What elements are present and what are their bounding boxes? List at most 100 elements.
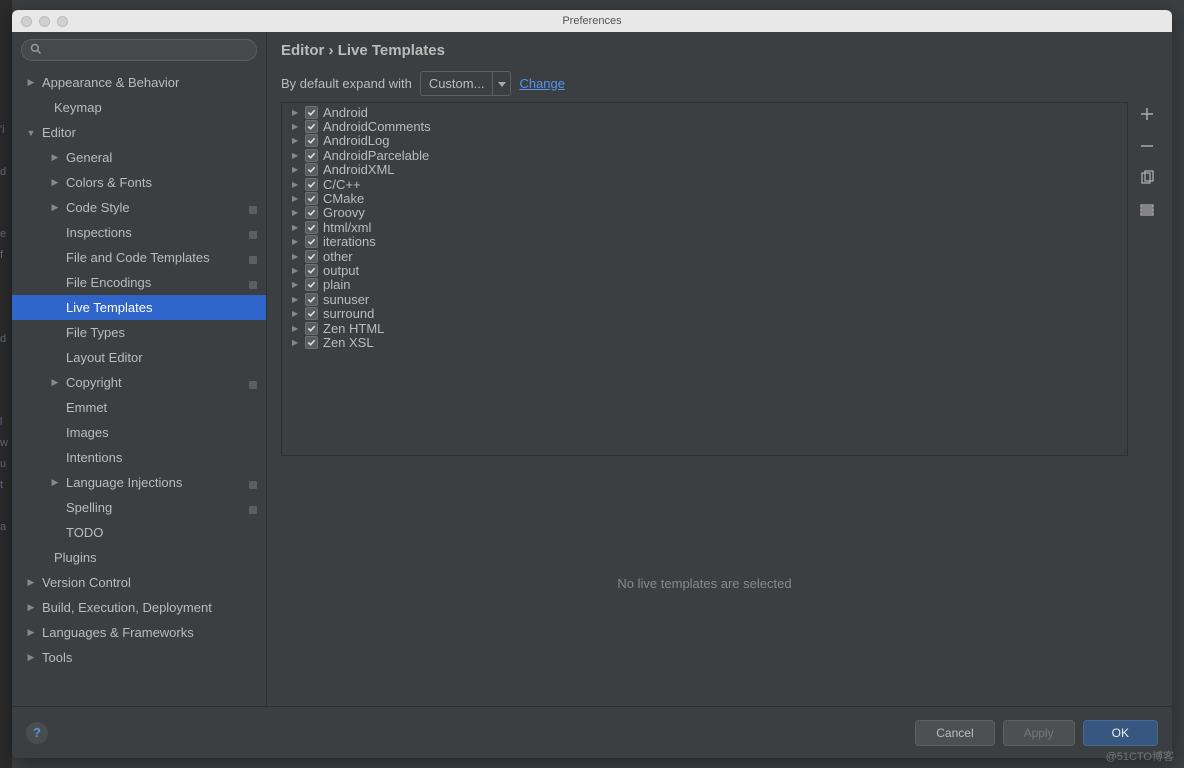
help-button[interactable]: ? bbox=[26, 722, 48, 744]
sidebar-item-version-control[interactable]: ▶ Version Control bbox=[12, 570, 266, 595]
remove-icon[interactable] bbox=[1139, 138, 1155, 154]
zoom-icon[interactable] bbox=[57, 16, 68, 27]
template-group-row[interactable]: ▶AndroidXML bbox=[282, 163, 1127, 177]
copy-icon[interactable] bbox=[1139, 170, 1155, 186]
template-group-row[interactable]: ▶AndroidParcelable bbox=[282, 148, 1127, 162]
checkbox[interactable] bbox=[305, 206, 318, 219]
checkbox[interactable] bbox=[305, 336, 318, 349]
apply-button[interactable]: Apply bbox=[1003, 720, 1075, 746]
template-list[interactable]: ▶Android▶AndroidComments▶AndroidLog▶Andr… bbox=[281, 102, 1128, 456]
scope-badge-icon bbox=[248, 253, 258, 263]
checkbox[interactable] bbox=[305, 178, 318, 191]
template-group-label: other bbox=[323, 249, 353, 264]
breadcrumb-section: Editor bbox=[281, 42, 324, 59]
sidebar-item-emmet[interactable]: Emmet bbox=[12, 395, 266, 420]
checkbox[interactable] bbox=[305, 221, 318, 234]
sidebar-item-label: Editor bbox=[42, 125, 76, 140]
sidebar: ▶Appearance & BehaviorKeymap▼Editor▶Gene… bbox=[12, 32, 267, 706]
sidebar-item-label: Language Injections bbox=[66, 475, 182, 490]
checkbox[interactable] bbox=[305, 322, 318, 335]
sidebar-item-tools[interactable]: ▶Tools bbox=[12, 645, 266, 670]
template-group-row[interactable]: ▶html/xml bbox=[282, 220, 1127, 234]
checkbox[interactable] bbox=[305, 149, 318, 162]
sidebar-item-label: General bbox=[66, 150, 112, 165]
checkbox[interactable] bbox=[305, 134, 318, 147]
sidebar-item-label: Build, Execution, Deployment bbox=[42, 600, 212, 615]
template-group-row[interactable]: ▶iterations bbox=[282, 235, 1127, 249]
sidebar-item-file-and-code-templates[interactable]: File and Code Templates bbox=[12, 245, 266, 270]
sidebar-item-inspections[interactable]: Inspections bbox=[12, 220, 266, 245]
template-group-label: Groovy bbox=[323, 205, 365, 220]
sidebar-item-images[interactable]: Images bbox=[12, 420, 266, 445]
sidebar-item-appearance-behavior[interactable]: ▶Appearance & Behavior bbox=[12, 70, 266, 95]
template-group-label: C/C++ bbox=[323, 177, 361, 192]
chevron-right-icon: ▶ bbox=[292, 223, 300, 232]
checkbox[interactable] bbox=[305, 293, 318, 306]
window-controls[interactable] bbox=[21, 16, 68, 27]
template-group-row[interactable]: ▶sunuser bbox=[282, 292, 1127, 306]
checkbox[interactable] bbox=[305, 163, 318, 176]
sidebar-item-keymap[interactable]: Keymap bbox=[12, 95, 266, 120]
sidebar-item-label: Version Control bbox=[42, 575, 131, 590]
sidebar-item-file-encodings[interactable]: File Encodings bbox=[12, 270, 266, 295]
template-group-row[interactable]: ▶Android bbox=[282, 105, 1127, 119]
template-group-row[interactable]: ▶plain bbox=[282, 278, 1127, 292]
chevron-right-icon: ▶ bbox=[292, 295, 300, 304]
sidebar-item-label: File Types bbox=[66, 325, 125, 340]
sidebar-item-label: File Encodings bbox=[66, 275, 151, 290]
template-group-row[interactable]: ▶Groovy bbox=[282, 206, 1127, 220]
change-link[interactable]: Change bbox=[519, 76, 565, 91]
sidebar-item-plugins[interactable]: Plugins bbox=[12, 545, 266, 570]
sidebar-item-copyright[interactable]: ▶Copyright bbox=[12, 370, 266, 395]
template-group-row[interactable]: ▶Zen XSL bbox=[282, 335, 1127, 349]
sidebar-item-spelling[interactable]: Spelling bbox=[12, 495, 266, 520]
chevron-right-icon: ▶ bbox=[26, 577, 36, 588]
sidebar-item-file-types[interactable]: File Types bbox=[12, 320, 266, 345]
sidebar-item-colors-fonts[interactable]: ▶Colors & Fonts bbox=[12, 170, 266, 195]
checkbox[interactable] bbox=[305, 235, 318, 248]
sidebar-item-code-style[interactable]: ▶Code Style bbox=[12, 195, 266, 220]
sidebar-item-todo[interactable]: TODO bbox=[12, 520, 266, 545]
checkbox[interactable] bbox=[305, 250, 318, 263]
template-group-row[interactable]: ▶output bbox=[282, 263, 1127, 277]
close-icon[interactable] bbox=[21, 16, 32, 27]
search-input[interactable] bbox=[21, 39, 257, 61]
sidebar-item-label: Colors & Fonts bbox=[66, 175, 152, 190]
template-group-row[interactable]: ▶ C/C++ bbox=[282, 177, 1127, 191]
ok-button[interactable]: OK bbox=[1083, 720, 1158, 746]
sidebar-item-editor[interactable]: ▼Editor bbox=[12, 120, 266, 145]
template-group-row[interactable]: ▶AndroidComments bbox=[282, 119, 1127, 133]
checkbox[interactable] bbox=[305, 192, 318, 205]
template-group-row[interactable]: ▶surround bbox=[282, 306, 1127, 320]
chevron-right-icon: ▶ bbox=[26, 627, 36, 638]
checkbox[interactable] bbox=[305, 307, 318, 320]
chevron-right-icon: ▶ bbox=[292, 180, 300, 189]
settings-icon[interactable] bbox=[1139, 202, 1155, 218]
chevron-right-icon: ▶ bbox=[292, 165, 300, 174]
checkbox[interactable] bbox=[305, 106, 318, 119]
checkbox[interactable] bbox=[305, 264, 318, 277]
cancel-button[interactable]: Cancel bbox=[915, 720, 994, 746]
sidebar-item-live-templates[interactable]: Live Templates bbox=[12, 295, 266, 320]
sidebar-item-label: Spelling bbox=[66, 500, 112, 515]
sidebar-item-languages-frameworks[interactable]: ▶Languages & Frameworks bbox=[12, 620, 266, 645]
template-group-row[interactable]: ▶AndroidLog bbox=[282, 134, 1127, 148]
checkbox[interactable] bbox=[305, 120, 318, 133]
chevron-right-icon: ▶ bbox=[292, 151, 300, 160]
chevron-down-icon[interactable] bbox=[492, 72, 510, 95]
sidebar-item-intentions[interactable]: Intentions bbox=[12, 445, 266, 470]
sidebar-item-general[interactable]: ▶General bbox=[12, 145, 266, 170]
template-group-row[interactable]: ▶other bbox=[282, 249, 1127, 263]
sidebar-item-language-injections[interactable]: ▶Language Injections bbox=[12, 470, 266, 495]
template-group-row[interactable]: ▶Zen HTML bbox=[282, 321, 1127, 335]
checkbox[interactable] bbox=[305, 278, 318, 291]
breadcrumb: Editor › Live Templates bbox=[281, 42, 1158, 59]
sidebar-item-layout-editor[interactable]: Layout Editor bbox=[12, 345, 266, 370]
settings-tree[interactable]: ▶Appearance & BehaviorKeymap▼Editor▶Gene… bbox=[12, 68, 266, 706]
minimize-icon[interactable] bbox=[39, 16, 50, 27]
template-group-row[interactable]: ▶CMake bbox=[282, 191, 1127, 205]
sidebar-item-build-execution-deployment[interactable]: ▶Build, Execution, Deployment bbox=[12, 595, 266, 620]
sidebar-item-label: Intentions bbox=[66, 450, 122, 465]
add-icon[interactable] bbox=[1139, 106, 1155, 122]
expand-combo[interactable]: Custom... bbox=[420, 71, 512, 96]
